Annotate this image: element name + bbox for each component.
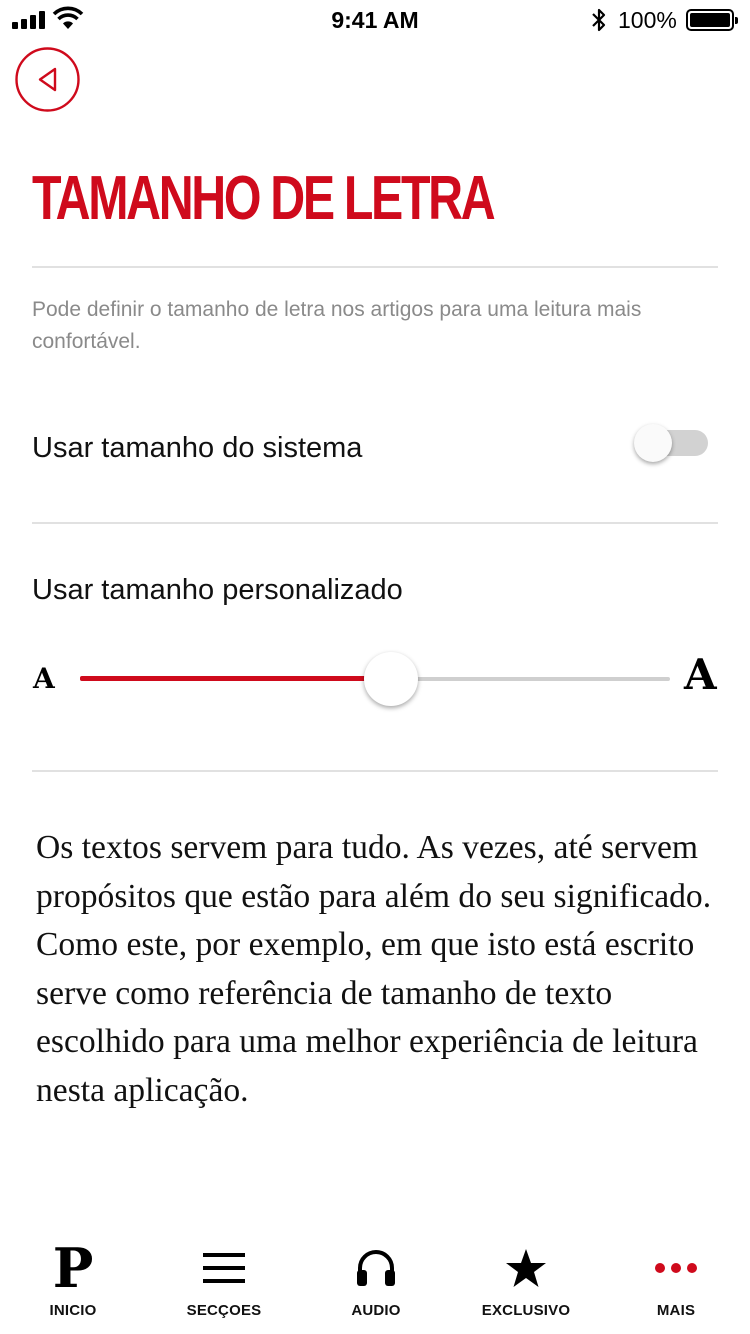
divider <box>32 266 718 268</box>
divider <box>32 522 718 524</box>
tab-mais[interactable]: MAIS <box>611 1238 741 1328</box>
large-font-glyph: A <box>684 650 717 699</box>
toggle-knob <box>634 424 672 462</box>
tab-bar: P INICIO SECÇOES AUDIO EXCLUSIVO MAIS <box>0 1238 750 1334</box>
font-size-slider[interactable] <box>80 652 670 708</box>
description-text: Pode definir o tamanho de letra nos arti… <box>32 298 642 353</box>
tab-label: SECÇOES <box>186 1302 262 1319</box>
tab-label: INICIO <box>49 1302 97 1319</box>
status-bar: 9:41 AM 100% <box>0 0 750 40</box>
tab-exclusivo[interactable]: EXCLUSIVO <box>461 1238 591 1328</box>
battery-icon <box>686 9 738 31</box>
tab-audio[interactable]: AUDIO <box>311 1238 441 1328</box>
sample-text: Os textos servem para tudo. As vezes, at… <box>36 829 712 1109</box>
tab-seccoes[interactable]: SECÇOES <box>159 1238 289 1328</box>
publico-p-icon: P <box>52 1236 94 1300</box>
tab-label: AUDIO <box>351 1302 401 1319</box>
back-arrow-circle-icon <box>15 47 80 112</box>
page-title: TAMANHO DE LETRA <box>32 164 496 233</box>
custom-size-label: Usar tamanho personalizado <box>32 574 403 606</box>
bluetooth-icon <box>592 8 606 32</box>
battery-percentage: 100% <box>618 7 677 33</box>
system-size-label: Usar tamanho do sistema <box>32 432 363 464</box>
small-font-glyph: A <box>33 662 55 695</box>
headphones-icon <box>357 1250 395 1286</box>
tab-label: EXCLUSIVO <box>481 1302 571 1319</box>
star-icon <box>506 1249 546 1287</box>
tab-label: MAIS <box>656 1302 696 1319</box>
slider-fill <box>80 676 367 681</box>
tab-inicio[interactable]: P INICIO <box>8 1238 138 1328</box>
more-dots-icon <box>655 1263 697 1273</box>
slider-thumb[interactable] <box>364 652 418 706</box>
divider <box>32 770 718 772</box>
system-size-toggle[interactable] <box>634 424 710 462</box>
hamburger-menu-icon <box>203 1253 245 1283</box>
back-button[interactable] <box>15 47 80 112</box>
